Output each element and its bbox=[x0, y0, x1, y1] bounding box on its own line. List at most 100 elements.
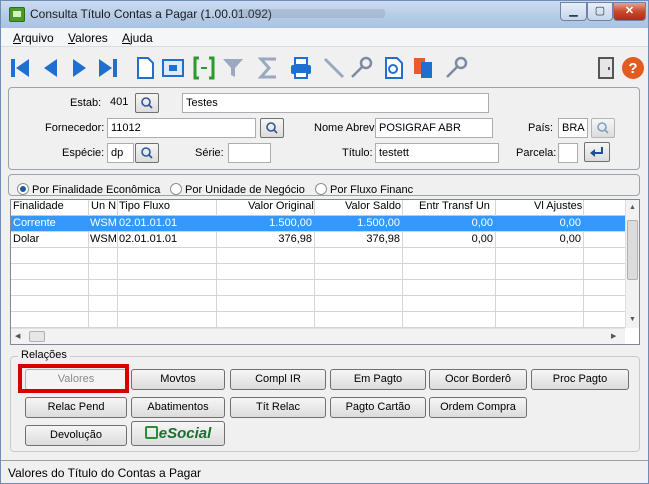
abatimentos-button[interactable]: Abatimentos bbox=[131, 397, 225, 418]
scroll-thumb[interactable] bbox=[627, 220, 638, 280]
line-icon[interactable] bbox=[321, 55, 347, 81]
search-icon bbox=[141, 147, 153, 159]
titulo-field[interactable]: testett bbox=[375, 143, 499, 163]
sum-icon[interactable] bbox=[256, 55, 282, 81]
first-record-icon[interactable] bbox=[7, 55, 33, 81]
print-icon[interactable] bbox=[288, 55, 314, 81]
vertical-scrollbar[interactable]: ▲ ▼ bbox=[625, 200, 639, 328]
cell-entr-transf: 0,00 bbox=[471, 217, 493, 229]
app-window: Consulta Título Contas a Pagar (1.00.01.… bbox=[0, 0, 649, 484]
estab-description: Testes bbox=[182, 93, 489, 113]
cell-valor-saldo: 1.500,00 bbox=[357, 217, 400, 229]
empty-row bbox=[11, 296, 625, 312]
select-range-icon[interactable] bbox=[191, 55, 217, 81]
preview-icon[interactable] bbox=[381, 55, 407, 81]
cell-vl-ajustes: 0,00 bbox=[559, 217, 581, 229]
radio-selected-icon bbox=[17, 183, 29, 195]
menu-bar: Arquivo Valores Ajuda bbox=[1, 28, 648, 47]
cell-entr-transf: 0,00 bbox=[471, 233, 493, 245]
parcela-label: Parcela: bbox=[516, 147, 557, 159]
cell-un: WSM bbox=[90, 233, 117, 245]
pais-field[interactable]: BRA bbox=[558, 118, 588, 138]
radio-unidade[interactable]: Por Unidade de Negócio bbox=[170, 183, 305, 196]
fornecedor-search-button[interactable] bbox=[260, 118, 284, 138]
relac-pend-button[interactable]: Relac Pend bbox=[25, 397, 127, 418]
relacoes-title: Relações bbox=[18, 349, 70, 361]
previous-record-icon[interactable] bbox=[38, 55, 64, 81]
table-row[interactable]: Dolar WSM 02.01.01.01 376,98 376,98 0,00… bbox=[11, 232, 625, 248]
radio-finalidade[interactable]: Por Finalidade Econômica bbox=[17, 183, 160, 196]
blurred-title-area bbox=[235, 9, 385, 18]
scroll-left-icon[interactable]: ◀ bbox=[15, 332, 20, 340]
esocial-label: eSocial bbox=[158, 425, 212, 442]
esocial-button[interactable]: eSocial bbox=[131, 421, 225, 446]
search-icon bbox=[141, 97, 153, 109]
cell-tipo-fluxo: 02.01.01.01 bbox=[119, 217, 178, 229]
title-bar: Consulta Título Contas a Pagar (1.00.01.… bbox=[1, 1, 648, 28]
tit-relac-button[interactable]: Tít Relac bbox=[230, 397, 326, 418]
confirm-button[interactable] bbox=[584, 142, 610, 162]
new-document-icon[interactable] bbox=[132, 55, 158, 81]
help-icon[interactable]: ? bbox=[620, 55, 646, 81]
especie-field[interactable]: dp bbox=[107, 143, 134, 163]
scroll-down-icon[interactable]: ▼ bbox=[629, 316, 636, 323]
filter-icon[interactable] bbox=[220, 55, 246, 81]
close-button[interactable]: ✕ bbox=[613, 2, 646, 21]
hscroll-thumb[interactable] bbox=[29, 331, 45, 342]
toolbar: ? bbox=[1, 48, 648, 88]
horizontal-scrollbar[interactable]: ◀ ▶ bbox=[11, 328, 625, 344]
titulo-label: Título: bbox=[342, 147, 373, 159]
values-table: Finalidade Un N Tipo Fluxo Valor Origina… bbox=[10, 199, 640, 345]
key2-icon[interactable] bbox=[443, 55, 469, 81]
copy-icon[interactable] bbox=[410, 55, 436, 81]
enter-icon bbox=[590, 147, 603, 157]
highlight-box bbox=[18, 364, 129, 393]
cell-tipo-fluxo: 02.01.01.01 bbox=[119, 233, 178, 245]
empty-row bbox=[11, 264, 625, 280]
pais-label: País: bbox=[528, 122, 554, 134]
empty-row bbox=[11, 248, 625, 264]
estab-label: Estab: bbox=[70, 97, 102, 109]
movtos-button[interactable]: Movtos bbox=[131, 369, 225, 390]
menu-ajuda[interactable]: Ajuda bbox=[122, 31, 153, 45]
search-icon bbox=[597, 122, 609, 134]
serie-label: Série: bbox=[195, 147, 224, 159]
pais-search-button[interactable] bbox=[591, 118, 615, 138]
estab-field[interactable]: 401 bbox=[107, 93, 134, 113]
devolucao-button[interactable]: Devolução bbox=[25, 425, 127, 446]
ordem-compra-button[interactable]: Ordem Compra bbox=[429, 397, 527, 418]
radio-empty-icon bbox=[315, 183, 327, 195]
exit-door-icon[interactable] bbox=[593, 55, 619, 81]
cell-valor-original: 1.500,00 bbox=[269, 217, 312, 229]
fornecedor-label: Fornecedor: bbox=[45, 122, 105, 134]
menu-arquivo[interactable]: Arquivo bbox=[13, 31, 54, 45]
minimize-button[interactable]: ▁ bbox=[560, 2, 587, 21]
last-record-icon[interactable] bbox=[95, 55, 121, 81]
cell-finalidade: Corrente bbox=[13, 217, 56, 229]
table-row[interactable]: Corrente WSM 02.01.01.01 1.500,00 1.500,… bbox=[11, 216, 625, 232]
menu-valores[interactable]: Valores bbox=[68, 31, 108, 45]
radio-fluxo[interactable]: Por Fluxo Financ bbox=[315, 183, 413, 196]
radio-unidade-label: Por Unidade de Negócio bbox=[185, 184, 305, 196]
ocor-bordero-button[interactable]: Ocor Borderô bbox=[429, 369, 527, 390]
nome-abrev-field[interactable]: POSIGRAF ABR bbox=[375, 118, 493, 138]
fornecedor-field[interactable]: 11012 bbox=[107, 118, 256, 138]
especie-search-button[interactable] bbox=[135, 143, 159, 163]
em-pagto-button[interactable]: Em Pagto bbox=[330, 369, 426, 390]
proc-pagto-button[interactable]: Proc Pagto bbox=[531, 369, 629, 390]
radio-finalidade-label: Por Finalidade Econômica bbox=[32, 184, 161, 196]
compl-ir-button[interactable]: Compl IR bbox=[230, 369, 326, 390]
esocial-logo-icon bbox=[144, 426, 158, 439]
scroll-right-icon[interactable]: ▶ bbox=[611, 332, 616, 340]
pagto-cartao-button[interactable]: Pagto Cartão bbox=[330, 397, 426, 418]
maximize-button[interactable]: ▢ bbox=[587, 2, 613, 21]
parcela-field[interactable] bbox=[558, 143, 578, 163]
screen-icon[interactable] bbox=[160, 55, 186, 81]
key-icon[interactable] bbox=[348, 55, 374, 81]
scroll-up-icon[interactable]: ▲ bbox=[629, 204, 636, 211]
nome-abrev-label: Nome Abrev: bbox=[314, 122, 378, 134]
estab-search-button[interactable] bbox=[135, 93, 159, 113]
cell-un: WSM bbox=[90, 217, 117, 229]
serie-field[interactable] bbox=[228, 143, 271, 163]
next-record-icon[interactable] bbox=[66, 55, 92, 81]
